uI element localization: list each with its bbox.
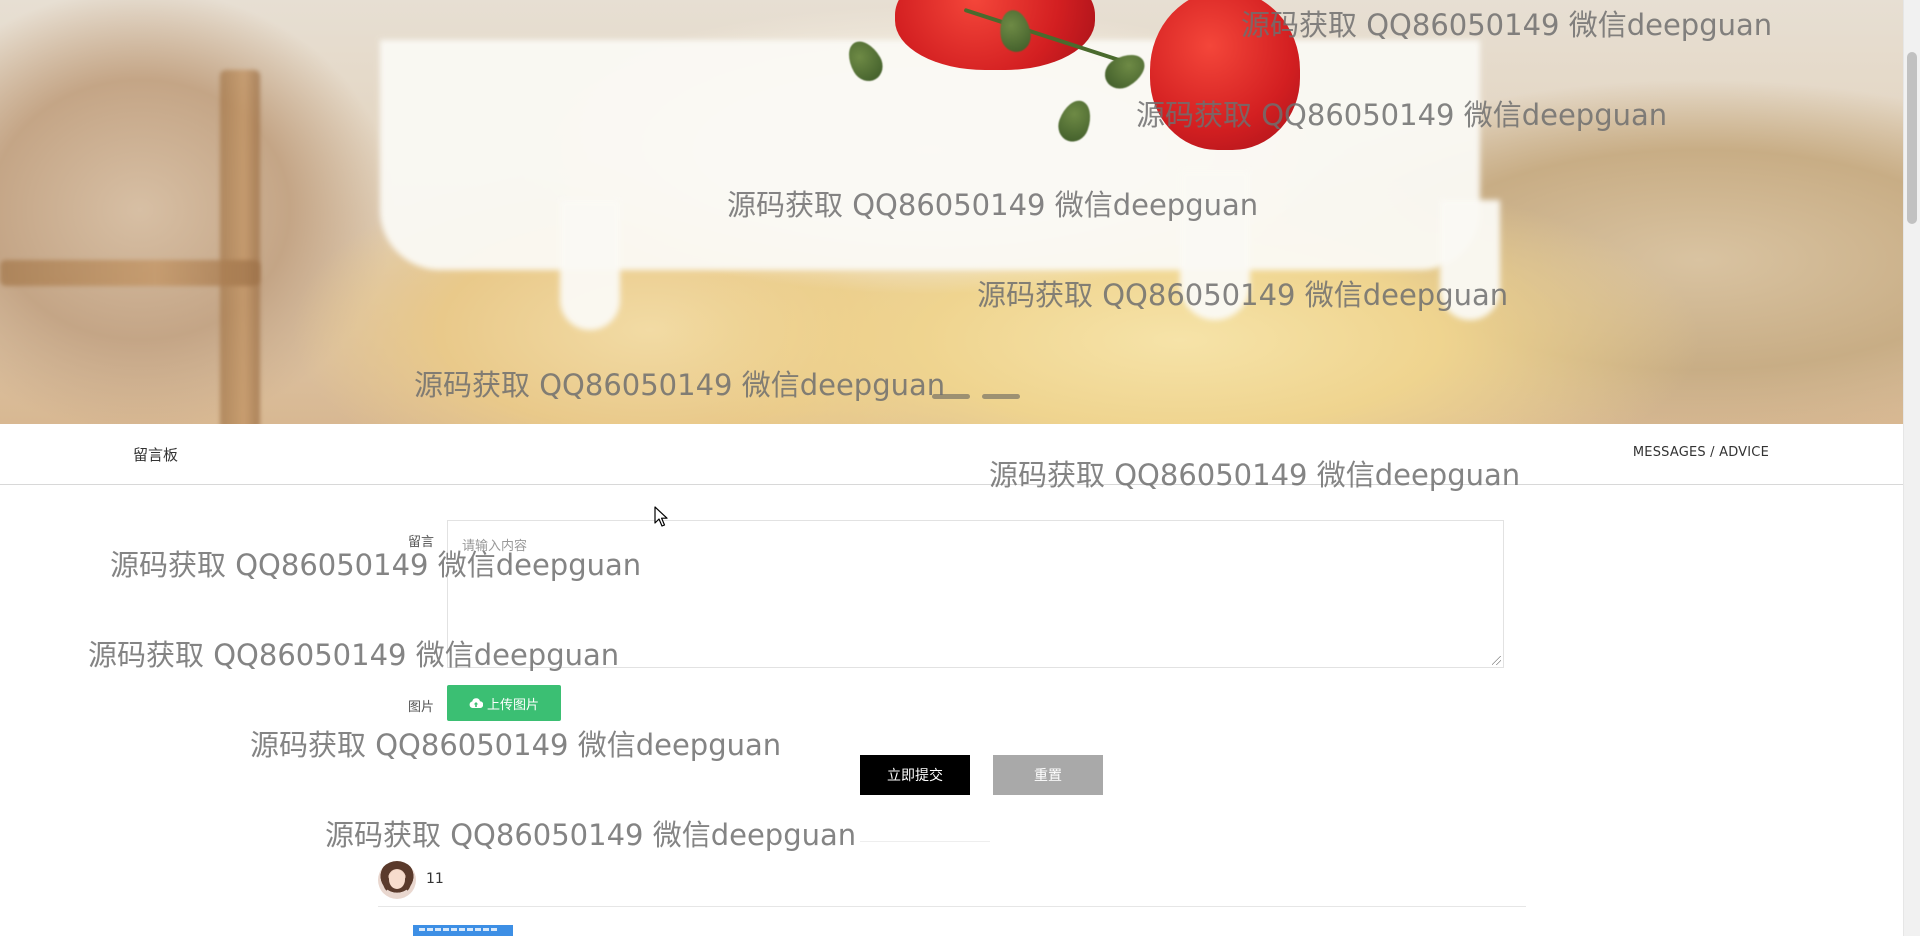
banner-icing-drip — [1180, 170, 1250, 320]
watermark-text: 源码获取 QQ86050149 微信deepguan — [325, 818, 857, 852]
carousel-dot-1[interactable] — [932, 394, 970, 399]
carousel-dot-2[interactable] — [982, 394, 1020, 399]
message-textarea[interactable] — [448, 521, 1503, 667]
comment-username: 11 — [426, 871, 444, 887]
banner-table-rail — [0, 260, 260, 286]
message-textarea-wrapper — [447, 520, 1504, 668]
list-divider — [860, 841, 990, 842]
section-subtitle: MESSAGES / ADVICE — [1632, 445, 1769, 460]
avatar-face — [389, 870, 405, 889]
comment-divider — [378, 906, 1526, 907]
upload-image-button[interactable]: 上传图片 — [447, 685, 561, 721]
submit-button[interactable]: 立即提交 — [860, 755, 970, 795]
scrollbar-thumb[interactable] — [1907, 52, 1917, 224]
reset-button[interactable]: 重置 — [993, 755, 1103, 795]
watermark-text: 源码获取 QQ86050149 微信deepguan — [250, 728, 782, 762]
comment-attachment-image[interactable] — [413, 925, 513, 936]
mouse-pointer-icon — [654, 506, 668, 527]
comment-item: 11 — [378, 858, 1526, 907]
vertical-scrollbar[interactable] — [1903, 0, 1920, 936]
banner-strawberry — [1150, 0, 1300, 150]
attachment-image-content — [419, 928, 499, 931]
cloud-upload-icon — [469, 698, 483, 709]
image-label: 图片 — [408, 700, 435, 715]
hero-banner — [0, 0, 1903, 424]
section-header: 留言板 MESSAGES / ADVICE — [0, 424, 1903, 485]
banner-icing — [380, 40, 1480, 270]
banner-table-leg — [220, 70, 260, 424]
avatar — [378, 861, 416, 899]
message-label: 留言 — [408, 535, 435, 550]
resize-grip-icon[interactable] — [1492, 656, 1501, 665]
banner-icing-drip — [1440, 200, 1500, 320]
banner-icing-drip — [560, 200, 620, 330]
section-title: 留言板 — [133, 446, 179, 464]
upload-button-label: 上传图片 — [486, 696, 539, 712]
carousel-indicators — [932, 394, 1020, 399]
message-board-page: 留言板 MESSAGES / ADVICE 留言 图片 上传图片 立即提交 重置… — [0, 0, 1920, 936]
